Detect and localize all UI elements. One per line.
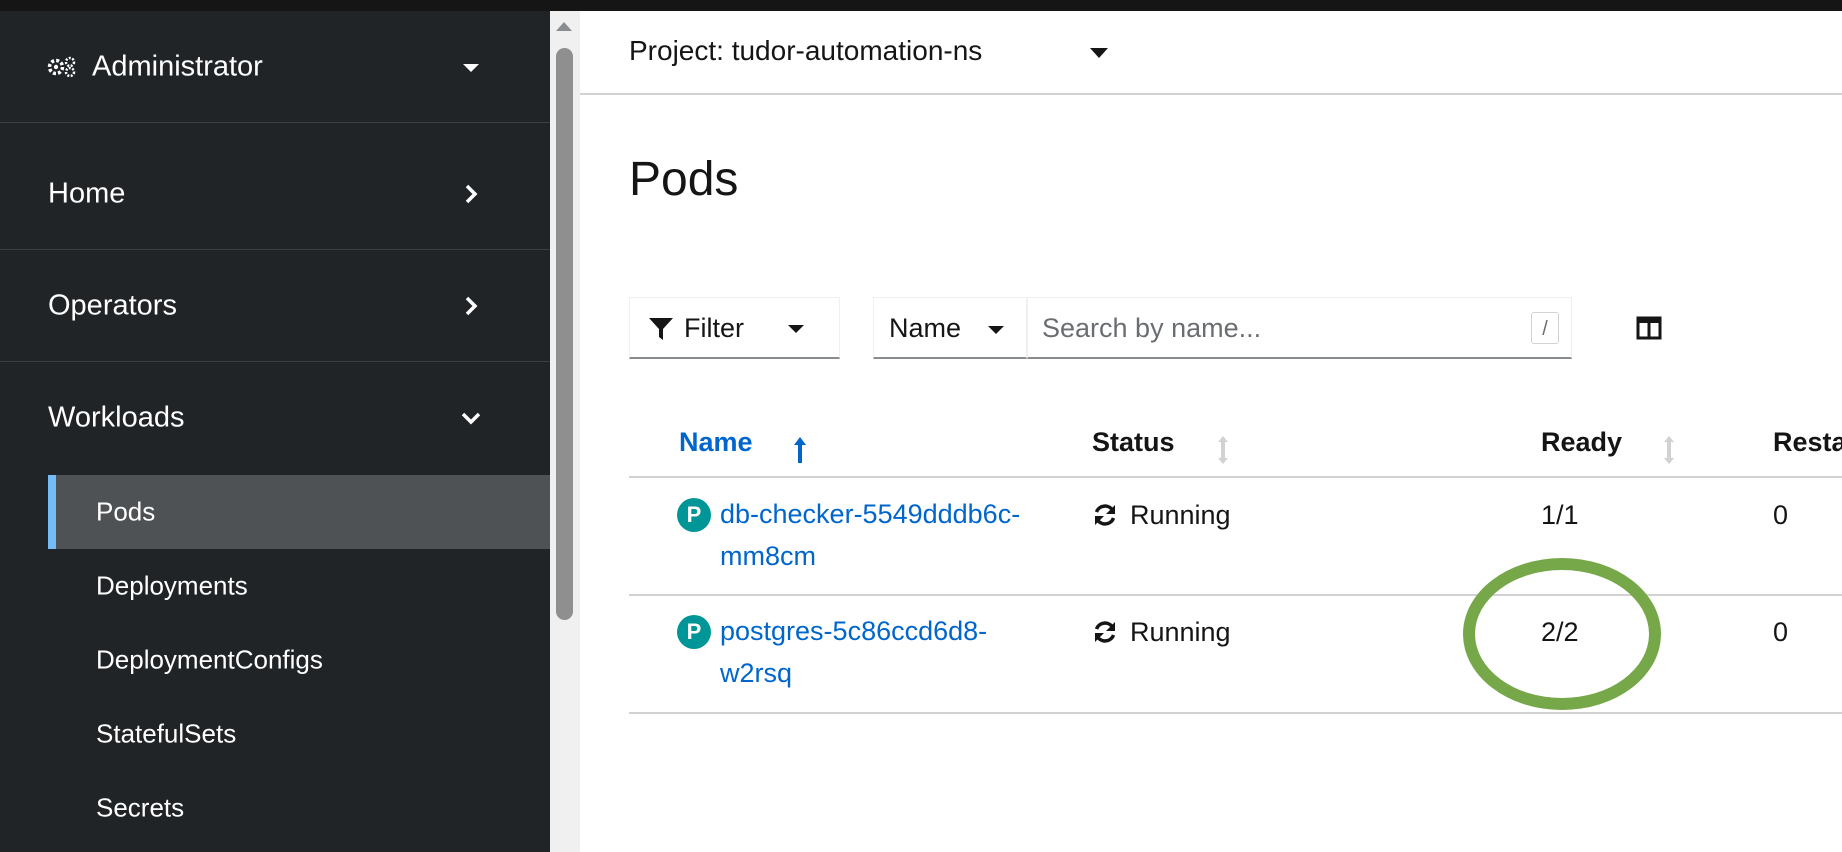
page-title: Pods: [629, 153, 739, 206]
sidebar-item-pods[interactable]: Pods: [48, 475, 550, 549]
chevron-right-icon: [465, 296, 478, 315]
pod-name-link[interactable]: db-checker-5549dddb6c-mm8cm: [720, 493, 1050, 577]
sidebar-item-label: DeploymentConfigs: [96, 644, 323, 675]
nav-section-label: Workloads: [48, 401, 185, 434]
column-header-name[interactable]: Name: [679, 427, 753, 458]
sidebar-item-statefulsets[interactable]: StatefulSets: [48, 697, 550, 771]
table-row-divider: [629, 712, 1842, 714]
nav-section-workloads[interactable]: Workloads: [0, 362, 550, 474]
sidebar-nav: Administrator Home Operators Workloads P…: [0, 11, 550, 852]
filter-type-label: Name: [889, 313, 962, 343]
pod-status-text: Running: [1130, 500, 1231, 530]
caret-down-icon[interactable]: [1090, 48, 1108, 58]
pod-status-text: Running: [1130, 617, 1231, 647]
search-field: /: [1027, 297, 1572, 359]
pod-ready-count: 1/1: [1541, 500, 1579, 530]
nav-section-label: Home: [48, 177, 126, 209]
nav-section-operators[interactable]: Operators: [0, 250, 550, 362]
sort-icon[interactable]: [1216, 435, 1230, 465]
sidebar-item-label: Pods: [96, 496, 156, 527]
table-row-divider: [629, 594, 1842, 596]
nav-section-label: Operators: [48, 289, 177, 321]
column-header-ready[interactable]: Ready: [1541, 427, 1622, 458]
gears-icon: [47, 56, 76, 77]
pod-name-link[interactable]: postgres-5c86ccd6d8-w2rsq: [720, 610, 1050, 694]
top-masthead-strip: [0, 0, 1842, 11]
pod-restarts-count: 0: [1773, 617, 1789, 647]
filter-dropdown-button[interactable]: Filter: [629, 297, 840, 359]
caret-down-icon: [788, 325, 804, 333]
search-shortcut-hint: /: [1531, 312, 1559, 344]
sidebar-item-label: Secrets: [96, 792, 185, 823]
search-input[interactable]: [1042, 308, 1512, 348]
manage-columns-icon[interactable]: [1636, 316, 1662, 340]
filter-icon: [649, 318, 673, 340]
chevron-down-icon: [461, 412, 481, 425]
scrollbar-thumb[interactable]: [556, 48, 573, 620]
caret-down-icon: [463, 63, 479, 72]
column-header-status[interactable]: Status: [1092, 427, 1175, 458]
pod-ready-count: 2/2: [1541, 617, 1579, 647]
chevron-right-icon: [465, 184, 478, 203]
scroll-up-arrow-icon[interactable]: [556, 22, 572, 31]
project-selector[interactable]: Project: tudor-automation-ns: [629, 35, 982, 67]
sidebar-item-secrets[interactable]: Secrets: [48, 771, 550, 845]
column-header-restarts[interactable]: Resta: [1773, 427, 1842, 458]
filter-type-select[interactable]: Name: [873, 297, 1027, 359]
perspective-switcher[interactable]: Administrator: [0, 11, 550, 123]
sync-icon: [1094, 621, 1116, 643]
pod-restarts-count: 0: [1773, 500, 1789, 530]
pod-resource-badge: P: [677, 498, 711, 532]
sort-icon[interactable]: [1662, 435, 1676, 465]
sidebar-item-label: StatefulSets: [96, 718, 237, 749]
main-content: Project: tudor-automation-ns Pods Filter…: [580, 11, 1842, 852]
filter-label: Filter: [684, 313, 744, 343]
sidebar-item-label: Deployments: [96, 570, 248, 601]
sort-ascending-icon[interactable]: [793, 435, 807, 465]
nav-section-home[interactable]: Home: [0, 138, 550, 250]
pod-resource-badge: P: [677, 615, 711, 649]
sidebar-item-deploymentconfigs[interactable]: DeploymentConfigs: [48, 623, 550, 697]
perspective-label: Administrator: [92, 50, 263, 82]
table-header-divider: [629, 476, 1842, 478]
sync-icon: [1094, 504, 1116, 526]
caret-down-icon: [988, 326, 1004, 334]
project-bar: Project: tudor-automation-ns: [580, 11, 1842, 95]
sidebar-item-deployments[interactable]: Deployments: [48, 549, 550, 623]
